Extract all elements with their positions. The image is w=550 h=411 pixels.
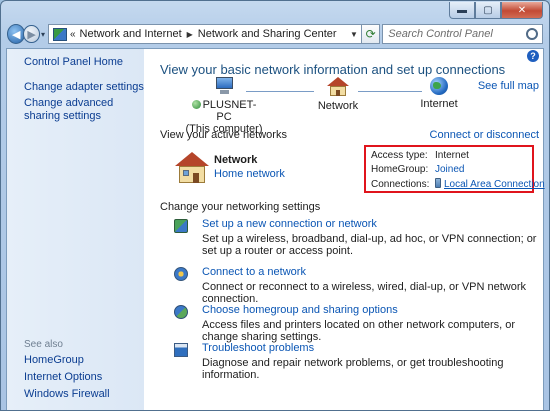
access-type-label: Access type: [371,150,428,161]
computer-icon [213,77,235,96]
main-panel: ? View your basic network information an… [144,49,545,410]
active-network-name: Network [214,154,258,166]
troubleshoot-description: Diagnose and repair network problems, or… [202,357,504,381]
homegroup-label: HomeGroup: [371,164,429,175]
caption-buttons: ▬ ▢ ✕ [449,2,543,19]
access-type-row: Access type: Internet [371,150,469,161]
active-networks-heading: View your active networks [160,129,287,141]
map-node-computer[interactable]: PLUSNET-PC (This computer) [184,77,264,135]
network-details-box: Access type: Internet HomeGroup: Joined Co… [364,145,545,193]
ethernet-plug-icon [435,178,441,188]
control-panel-icon [52,27,67,41]
navigation-bar: ◀ ▶ ▾ « Network and Internet ▶ Network a… [7,23,543,45]
search-icon[interactable] [526,28,538,40]
minimize-button[interactable]: ▬ [449,2,475,19]
breadcrumb-overflow[interactable]: « [70,29,76,40]
close-button[interactable]: ✕ [501,2,543,19]
map-node-internet[interactable]: Internet [409,77,469,110]
setup-connection-link[interactable]: Set up a new connection or network [202,218,377,230]
change-settings-heading: Change your networking settings [160,201,321,213]
breadcrumb-network-and-sharing-center[interactable]: Network and Sharing Center [198,28,337,40]
map-node-network[interactable]: Network [308,77,368,112]
recent-pages-dropdown[interactable]: ▾ [41,30,45,39]
connect-network-link[interactable]: Connect to a network [202,266,306,278]
maximize-button[interactable]: ▢ [475,2,501,19]
network-label: Network [317,100,359,112]
computer-name: PLUSNET-PC [202,99,257,123]
address-dropdown-icon[interactable]: ▼ [347,30,361,39]
network-map: PLUSNET-PC (This computer) Network Inter… [184,77,484,135]
window: ▬ ▢ ✕ ◀ ▶ ▾ « Network and Internet ▶ Net… [0,0,550,411]
see-also-homegroup[interactable]: HomeGroup [24,354,84,366]
see-also-internet-options[interactable]: Internet Options [24,371,102,383]
connect-network-description: Connect or reconnect to a wireless, wire… [202,281,527,305]
homegroup-row: HomeGroup: Joined [371,164,464,175]
see-full-map-link[interactable]: See full map [478,80,539,92]
sidebar-change-adapter-settings[interactable]: Change adapter settings [24,81,144,93]
see-also-windows-firewall[interactable]: Windows Firewall [24,388,110,400]
troubleshoot-icon [174,343,188,357]
homegroup-joined-link[interactable]: Joined [435,164,464,175]
internet-globe-icon [430,77,448,95]
sidebar-control-panel-home[interactable]: Control Panel Home [24,56,123,68]
search-placeholder: Search Control Panel [388,28,493,40]
help-icon[interactable]: ? [527,50,539,62]
setup-connection-description: Set up a wireless, broadband, dial-up, a… [202,233,537,257]
address-bar[interactable]: « Network and Internet ▶ Network and Sha… [47,24,362,44]
search-input[interactable]: Search Control Panel [382,24,543,44]
connect-or-disconnect-link[interactable]: Connect or disconnect [430,129,539,141]
refresh-button[interactable]: ⟳ [361,24,381,44]
connections-label: Connections: [371,179,430,190]
home-network-icon [175,152,209,184]
sidebar-change-advanced-sharing-settings[interactable]: Change advanced sharing settings [24,97,142,123]
sidebar: Control Panel Home Change adapter settin… [7,49,144,410]
content-area: Control Panel Home Change adapter settin… [6,48,545,410]
network-type-link[interactable]: Home network [214,168,285,180]
forward-button[interactable]: ▶ [23,25,40,43]
breadcrumb-separator-icon[interactable]: ▶ [187,30,193,39]
troubleshoot-link[interactable]: Troubleshoot problems [202,342,314,354]
homegroup-icon [174,305,188,319]
page-title: View your basic network information and … [160,62,506,77]
see-also-heading: See also [24,339,63,350]
connect-network-icon [174,267,188,281]
homegroup-options-link[interactable]: Choose homegroup and sharing options [202,304,398,316]
network-house-icon [327,77,349,97]
connections-row: Connections: Local Area Connection [371,178,545,190]
local-area-connection-link[interactable]: Local Area Connection [444,179,545,190]
internet-label: Internet [420,98,458,110]
access-type-value: Internet [435,150,469,161]
homegroup-badge-icon [191,100,201,109]
new-connection-icon [174,219,188,233]
breadcrumb-network-and-internet[interactable]: Network and Internet [80,28,182,40]
homegroup-options-description: Access files and printers located on oth… [202,319,516,343]
